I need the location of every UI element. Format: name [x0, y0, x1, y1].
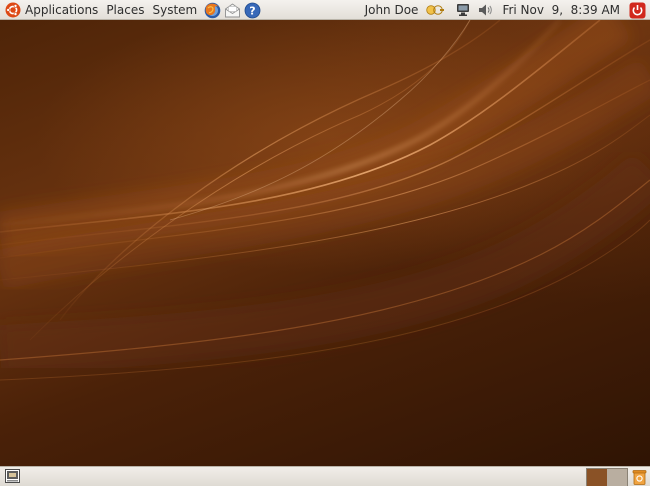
- top-panel: Applications Places System ? John Doe Fr…: [0, 0, 650, 20]
- workspace-switcher: [586, 468, 628, 486]
- trash-icon: [632, 469, 647, 485]
- trash-button[interactable]: [631, 468, 648, 485]
- help-launcher[interactable]: ?: [243, 1, 261, 19]
- volume-control[interactable]: [476, 1, 494, 19]
- switch-user-button[interactable]: [425, 1, 445, 19]
- system-menu[interactable]: System: [149, 1, 202, 20]
- applications-menu[interactable]: Applications: [2, 1, 103, 20]
- applications-menu-label: Applications: [25, 2, 99, 17]
- power-button[interactable]: [628, 1, 646, 19]
- mail-launcher[interactable]: [223, 1, 241, 19]
- svg-text:?: ?: [249, 4, 255, 17]
- workspace-1[interactable]: [587, 469, 607, 486]
- show-desktop-button[interactable]: [4, 468, 20, 484]
- power-icon: [629, 2, 646, 19]
- mail-icon: [224, 2, 241, 19]
- help-icon: ?: [244, 2, 261, 19]
- network-icon: [455, 2, 471, 18]
- screen: Applications Places System ? John Doe Fr…: [0, 0, 650, 486]
- firefox-icon: [204, 2, 221, 19]
- system-menu-label: System: [152, 2, 198, 17]
- desktop-background[interactable]: [0, 20, 650, 466]
- places-menu[interactable]: Places: [103, 1, 149, 20]
- top-panel-right: John Doe Fri Nov 9, 8:39 AM: [359, 0, 648, 20]
- show-desktop-icon: [4, 469, 20, 483]
- clock[interactable]: Fri Nov 9, 8:39 AM: [496, 1, 626, 20]
- workspace-2[interactable]: [607, 469, 627, 486]
- switch-user-icon: [425, 3, 445, 17]
- bottom-panel: [0, 466, 650, 486]
- firefox-launcher[interactable]: [203, 1, 221, 19]
- ubuntu-logo-icon: [5, 2, 21, 18]
- top-panel-left: Applications Places System ?: [2, 0, 262, 20]
- network-status[interactable]: [454, 1, 472, 19]
- wallpaper-swooshes: [0, 20, 650, 381]
- places-menu-label: Places: [106, 2, 145, 17]
- user-name[interactable]: John Doe: [359, 1, 425, 20]
- volume-icon: [477, 2, 493, 18]
